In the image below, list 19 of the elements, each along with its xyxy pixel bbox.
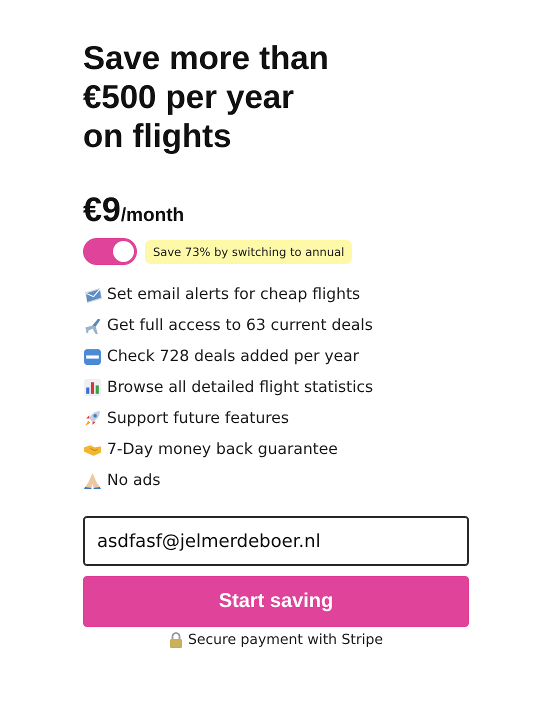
price-period: /month [120, 205, 184, 227]
secure-payment-note: Secure payment with Stripe [188, 632, 384, 648]
lock-icon [168, 632, 183, 648]
feature-text: 7-Day money back guarantee [107, 440, 338, 458]
rocket-icon [83, 408, 102, 428]
savings-badge: Save 73% by switching to annual [145, 240, 352, 264]
bar-chart-icon [83, 378, 102, 396]
email-field[interactable]: asdfasf@jelmerdeboer.nl [83, 516, 469, 566]
praying-hands-icon [83, 470, 102, 490]
feature-text: Support future features [107, 409, 289, 427]
feature-text: Set email alerts for cheap flights [107, 285, 360, 303]
start-saving-button[interactable]: Start saving [83, 576, 469, 627]
feature-text: No ads [107, 471, 160, 489]
feature-text: Browse all detailed flight statistics [107, 378, 374, 396]
feature-text: Check 728 deals added per year [107, 347, 360, 365]
feature-text: Get full access to 63 current deals [107, 316, 373, 334]
price-amount: €9 [83, 191, 121, 230]
headline: Save more than €500 per year on flights [83, 38, 330, 155]
annual-toggle[interactable] [83, 238, 137, 265]
